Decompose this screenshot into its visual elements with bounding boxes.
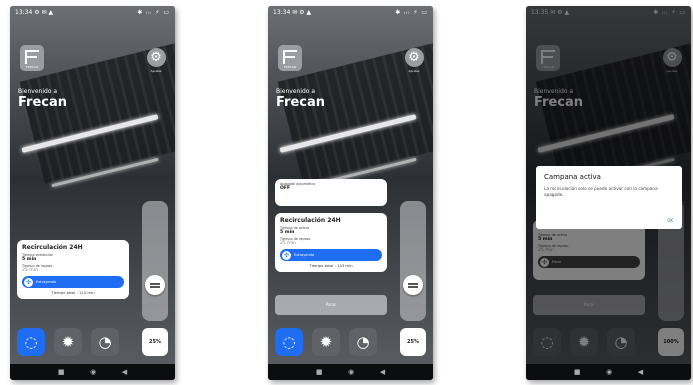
brand-title: Frecan [276, 95, 326, 110]
back-button[interactable]: ◀ [380, 368, 385, 376]
total-time: Tiempo total : 143 min [309, 263, 353, 268]
status-bar: 13:34 ⚙ ✉ ▲ ✱ ᵢₗₗ ⚡ ▭ [10, 6, 175, 18]
light-mode-button[interactable]: ✹ [312, 328, 340, 356]
power-slider[interactable] [400, 201, 426, 321]
status-right-icons: ✱ ᵢₗₗ ⚡ ▭ [395, 9, 428, 16]
extraction-time-value: 5 min [22, 257, 37, 262]
back-button[interactable]: ◀ [638, 368, 643, 376]
status-left-icons: ⚙ ✉ ▲ [34, 9, 54, 16]
status-right-icons: ✱ ᵢₗₗ ⚡ ▭ [137, 9, 170, 16]
dialog-title: Campana activa [544, 173, 601, 181]
auto-off-card[interactable]: Apagado automático OFF [275, 179, 387, 206]
status-bar: 13:34 ✉ ⚙ ▲ ✱ ᵢₗₗ ⚡ ▭ [268, 6, 433, 18]
stop-button[interactable]: Parar [275, 295, 387, 315]
welcome-text: Bienvenido a [18, 88, 58, 95]
phone-screen-1: 13:34 ⚙ ✉ ▲ ✱ ᵢₗₗ ⚡ ▭ FRECAN ⚙ Ajustes B… [10, 6, 175, 380]
fan-icon: ✣ [24, 277, 33, 287]
timer-icon: ◔ [98, 333, 112, 351]
pill-label: Extrayendo [294, 253, 315, 257]
home-button[interactable]: ◉ [606, 368, 612, 376]
android-navbar: ■ ◉ ◀ [268, 364, 433, 380]
home-button[interactable]: ◉ [348, 368, 354, 376]
gear-icon: ⚙ [146, 48, 166, 67]
recirculation-icon: ◌ [24, 333, 38, 351]
extracting-status-pill[interactable]: ✣ Extrayendo [280, 249, 382, 261]
welcome-text: Bienvenido a [276, 88, 316, 95]
timer-mode-button[interactable]: ◔ [349, 328, 377, 356]
recirculation-card[interactable]: Recirculación 24H Tiempo extracción 5 mi… [17, 240, 129, 299]
extracting-status-pill[interactable]: ✣ Extrayendo [22, 276, 124, 288]
recirculation-icon: ◌ [282, 333, 296, 351]
android-navbar: ■ ◉ ◀ [10, 364, 175, 380]
power-slider[interactable] [142, 201, 168, 321]
dialog-message: La recirculación solo se puede activar c… [544, 186, 658, 197]
rest-time-value: 25 min [22, 268, 38, 273]
frecan-logo: FRECAN [20, 45, 44, 71]
status-left-icons: ✉ ⚙ ▲ [292, 9, 312, 16]
settings-button[interactable]: ⚙ Ajustes [145, 48, 167, 73]
recents-button[interactable]: ■ [574, 368, 581, 376]
fan-icon: ✣ [282, 250, 291, 260]
phone-screen-3: 13:35 ✉ ⚙ ▲ ✱ ᵢₗₗ ⚡ ▭ FRECAN ⚙ Ajustes B… [526, 6, 691, 380]
pill-label: Extrayendo [36, 280, 57, 284]
recirculation-card[interactable]: Recirculación 24H Tiempo de activo 5 min… [275, 213, 387, 272]
recents-button[interactable]: ■ [316, 368, 323, 376]
light-icon: ✹ [61, 333, 75, 351]
logo-f-mark [25, 50, 39, 64]
dialog-ok-button[interactable]: OK [667, 218, 673, 223]
light-icon: ✹ [319, 333, 333, 351]
logo-f-mark [283, 50, 297, 64]
light-mode-button[interactable]: ✹ [54, 328, 82, 356]
settings-label: Ajustes [408, 69, 420, 73]
power-percent-button[interactable]: 25% [142, 328, 168, 356]
app-screen: 13:35 ✉ ⚙ ▲ ✱ ᵢₗₗ ⚡ ▭ FRECAN ⚙ Ajustes B… [526, 6, 691, 364]
active-time-value: 5 min [280, 230, 295, 235]
status-time: 13:34 [273, 9, 291, 16]
power-percent-button[interactable]: 25% [400, 328, 426, 356]
settings-button[interactable]: ⚙ Ajustes [403, 48, 425, 73]
status-time: 13:34 [15, 9, 33, 16]
app-screen: 13:34 ⚙ ✉ ▲ ✱ ᵢₗₗ ⚡ ▭ FRECAN ⚙ Ajustes B… [10, 6, 175, 364]
card-title: Recirculación 24H [280, 217, 341, 224]
slider-handle[interactable] [403, 275, 423, 295]
timer-icon: ◔ [356, 333, 370, 351]
slider-handle[interactable] [145, 275, 165, 295]
recirculation-mode-button[interactable]: ◌ [275, 328, 303, 356]
back-button[interactable]: ◀ [122, 368, 127, 376]
android-navbar: ■ ◉ ◀ [526, 364, 691, 380]
app-screen: 13:34 ✉ ⚙ ▲ ✱ ᵢₗₗ ⚡ ▭ FRECAN ⚙ Ajustes B… [268, 6, 433, 364]
recents-button[interactable]: ■ [58, 368, 65, 376]
logo-text: FRECAN [25, 65, 39, 69]
card-title: Recirculación 24H [22, 244, 83, 251]
timer-mode-button[interactable]: ◔ [91, 328, 119, 356]
home-button[interactable]: ◉ [90, 368, 96, 376]
settings-label: Ajustes [150, 69, 162, 73]
total-time: Tiempo total : 110 min [51, 290, 95, 295]
slider-fill [400, 291, 426, 321]
phone-screen-2: 13:34 ✉ ⚙ ▲ ✱ ᵢₗₗ ⚡ ▭ FRECAN ⚙ Ajustes B… [268, 6, 433, 380]
frecan-logo: FRECAN [278, 45, 302, 71]
brand-title: Frecan [18, 95, 68, 110]
slider-fill [142, 291, 168, 321]
gear-icon: ⚙ [404, 48, 424, 67]
logo-text: FRECAN [283, 65, 297, 69]
alert-dialog: Campana activa La recirculación solo se … [536, 166, 682, 229]
recirculation-mode-button[interactable]: ◌ [17, 328, 45, 356]
auto-off-value: OFF [280, 186, 291, 191]
rest-time-value: 25 min [280, 241, 296, 246]
